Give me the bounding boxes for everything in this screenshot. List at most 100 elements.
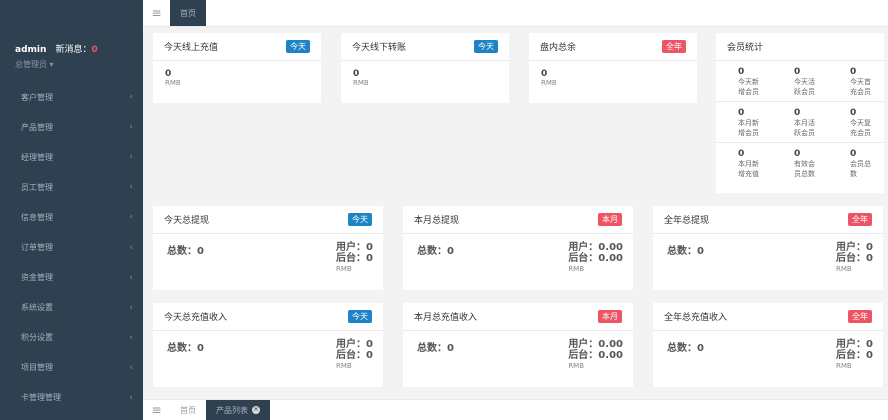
card-unit: RMB — [165, 79, 181, 87]
bottom-tab-bar: ≡ 首页 产品列表 ✕ — [143, 399, 888, 420]
period-badge: 今天 — [474, 40, 498, 53]
member-stat-label: 跃会员 — [794, 88, 815, 96]
sidebar-item-settings[interactable]: 系统设置 ‹ — [0, 293, 143, 323]
breakdown: 用户：0 后台：0 RMB — [836, 339, 873, 372]
sidebar-item-label: 资金管理 — [21, 273, 53, 283]
chevron-left-icon: ‹ — [129, 272, 133, 283]
sidebar-item-cards[interactable]: 卡管理管理 ‹ — [0, 383, 143, 413]
user-line[interactable]: admin 新消息：0 — [15, 42, 143, 55]
tab-product-list[interactable]: 产品列表 ✕ — [206, 400, 270, 420]
sidebar-item-points[interactable]: 积分设置 ‹ — [0, 323, 143, 353]
total-count: 总数：0 — [417, 246, 454, 257]
member-stat-value: 0 — [850, 149, 857, 159]
chevron-left-icon: ‹ — [129, 182, 133, 193]
member-stat: 0 今天新增会员 — [716, 61, 772, 101]
user-amount: 用户：0.00 — [568, 339, 623, 350]
member-stats-grid: 0 今天新 增会员 0 今天活 跃会员 0 今天首 充会员 0 本月新 增会员 0 本月活 跃会员 … — [716, 61, 884, 183]
total-count: 总数：0 — [667, 343, 704, 354]
card-value: 0 — [165, 69, 172, 79]
card-title: 会员统计 — [727, 43, 764, 53]
sidebar-item-label: 产品管理 — [21, 122, 53, 132]
member-stat: 0 本月活 跃会员 — [772, 102, 828, 142]
card-value: 0 — [353, 69, 360, 79]
breakdown: 用户：0 后台：0 RMB — [336, 339, 373, 372]
user-amount: 用户：0 — [836, 242, 873, 253]
sidebar: admin 新消息：0 总管理员 ▾ 客户管理 ‹ 产品管理 ‹ 经理管理 ‹ 员工管… — [0, 0, 143, 420]
backend-amount: 后台：0 — [836, 253, 873, 264]
close-icon[interactable]: ✕ — [252, 406, 260, 414]
period-badge: 今天 — [348, 213, 372, 226]
stat-card-offline-transfer: 今天线下转账 今天 0 RMB — [341, 33, 509, 103]
member-stat-label: 员总数 — [794, 170, 815, 178]
sidebar-item-staff[interactable]: 员工管理 ‹ — [0, 172, 143, 202]
menu-toggle-icon[interactable]: ≡ — [143, 400, 170, 420]
recharge-card-year: 全年总充值收入 全年 总数：0 用户：0 后台：0 RMB — [653, 303, 883, 387]
total-count: 总数：0 — [417, 343, 454, 354]
member-stat-label: 本月新 — [738, 119, 759, 127]
sidebar-item-label: 信息管理 — [21, 212, 53, 222]
period-badge: 本月 — [598, 310, 622, 323]
member-stat-value: 0 — [738, 67, 745, 77]
chevron-left-icon: ‹ — [129, 122, 133, 133]
card-value: 0 — [541, 69, 548, 79]
member-stat-label: 充会员 — [850, 129, 871, 137]
message-label: 新消息： — [55, 45, 92, 55]
backend-amount: 后台：0 — [336, 253, 373, 264]
recharge-card-month: 本月总充值收入 本月 总数：0 用户：0.00 后台：0.00 RMB — [403, 303, 633, 387]
member-stat-label: 充会员 — [850, 88, 871, 96]
card-title: 本月总提现 — [414, 216, 460, 226]
member-stat-label: 今天活 — [794, 78, 815, 86]
card-title: 本月总充值收入 — [414, 313, 478, 323]
role-dropdown[interactable]: 总管理员 ▾ — [15, 59, 143, 70]
sidebar-item-orders[interactable]: 订单管理 ‹ — [0, 232, 143, 262]
menu-toggle-icon[interactable]: ≡ — [143, 0, 170, 26]
member-stat-value: 0 — [850, 108, 857, 118]
member-stat-value: 0 — [738, 149, 745, 159]
member-stat: 0 今天活跃会员 — [772, 61, 828, 101]
sidebar-item-label: 订单管理 — [21, 243, 53, 253]
period-badge: 今天 — [348, 310, 372, 323]
card-unit: RMB — [568, 265, 585, 273]
tab-home[interactable]: 首页 — [170, 400, 206, 420]
card-unit: RMB — [568, 362, 585, 370]
sidebar-item-managers[interactable]: 经理管理 ‹ — [0, 142, 143, 172]
member-stats-card: 会员统计 0 今天新 增会员 0 今天活 跃会员 0 今天首 充会员 0 本月新 增会员 0 本月… — [716, 33, 884, 193]
backend-amount: 后台：0 — [336, 350, 373, 361]
sidebar-item-projects[interactable]: 项目管理 ‹ — [0, 353, 143, 383]
member-stat: 0 本月新 增会员 — [716, 102, 772, 142]
member-stat-value: 0 — [794, 149, 801, 159]
message-count: 0 — [91, 45, 98, 55]
sidebar-item-info[interactable]: 信息管理 ‹ — [0, 202, 143, 232]
member-stat-label: 本月新 — [738, 160, 759, 168]
backend-amount: 后台：0 — [836, 350, 873, 361]
period-badge: 今天 — [286, 40, 310, 53]
card-unit: RMB — [836, 265, 852, 273]
withdraw-card-year: 全年总提现 全年 总数：0 用户：0 后台：0 RMB — [653, 206, 883, 290]
member-stat-label: 增会员 — [738, 129, 759, 137]
member-stat-label: 数 — [850, 170, 857, 178]
sidebar-item-funds[interactable]: 资金管理 ‹ — [0, 263, 143, 293]
chevron-left-icon: ‹ — [129, 332, 133, 343]
card-title: 今天总提现 — [164, 216, 210, 226]
sidebar-item-products[interactable]: 产品管理 ‹ — [0, 112, 143, 142]
chevron-left-icon: ‹ — [129, 92, 133, 103]
withdraw-card-today: 今天总提现 今天 总数：0 用户：0 后台：0 RMB — [153, 206, 383, 290]
member-stat: 0 本月新 增充值 — [716, 143, 772, 183]
recharge-card-today: 今天总充值收入 今天 总数：0 用户：0 后台：0 RMB — [153, 303, 383, 387]
user-amount: 用户：0 — [336, 339, 373, 350]
tab-home[interactable]: 首页 — [170, 0, 206, 26]
card-title: 全年总充值收入 — [664, 313, 728, 323]
member-stat: 0 有效会 员总数 — [772, 143, 828, 183]
sidebar-item-label: 客户管理 — [21, 92, 53, 102]
stat-card-balance: 盘内总余 全年 0 RMB — [529, 33, 697, 103]
card-title: 盘内总余 — [540, 43, 577, 53]
sidebar-item-customers[interactable]: 客户管理 ‹ — [0, 82, 143, 112]
member-stat-value: 0 — [794, 67, 801, 77]
profile: admin 新消息：0 总管理员 ▾ — [0, 0, 143, 82]
member-stat: 0 会员总数 — [828, 143, 884, 183]
card-unit: RMB — [836, 362, 852, 370]
chevron-left-icon: ‹ — [129, 302, 133, 313]
backend-amount: 后台：0.00 — [568, 350, 623, 361]
member-stat-label: 增会员 — [738, 88, 759, 96]
member-stat-label: 今天新 — [738, 78, 759, 86]
